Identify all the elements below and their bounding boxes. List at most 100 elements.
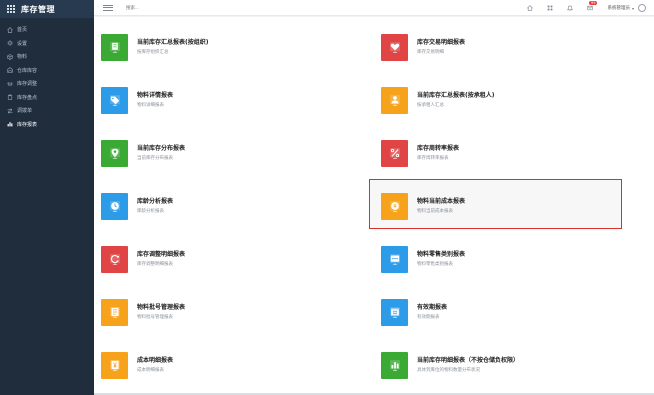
report-subtitle: 按承租人汇总 — [417, 103, 444, 108]
sidebar-item[interactable]: 物料 — [0, 50, 94, 64]
report-title: 库存交易明细报表 — [417, 39, 466, 46]
message-icon[interactable]: 99 — [586, 0, 597, 12]
report-card[interactable]: 物料批号管理报表 物料批号管理报表 — [101, 292, 351, 332]
report-card[interactable]: 成本明细报表 成本明细报表 — [101, 345, 351, 385]
sidebar-item[interactable]: 调拨单 — [0, 104, 94, 118]
sidebar-item-label: 设置 — [17, 40, 28, 47]
sidebar-item-label: 物料 — [17, 54, 28, 61]
report-card[interactable]: 库存交易明细报表 库存交易明细 — [381, 27, 631, 67]
home-icon[interactable] — [526, 5, 533, 12]
report-card-text: 库存周转率报表 库存周转率报表 — [417, 145, 459, 161]
clock-icon — [101, 192, 128, 220]
sidebar-item[interactable]: 库存调整 — [0, 77, 94, 91]
report-title: 库龄分析报表 — [137, 198, 174, 205]
report-card-text: 物料零售类别报表 物料零售类别报表 — [417, 251, 465, 267]
app-grid-icon[interactable] — [7, 4, 16, 14]
report-card[interactable]: 库存周转率报表 库存周转率报表 — [381, 133, 631, 173]
report-title: 物料当前成本报表 — [417, 198, 466, 205]
report-card-text: 当前库存分布报表 当前库存分布报表 — [137, 145, 185, 161]
user-name-menu[interactable]: 系统管理员 — [607, 5, 630, 11]
report-card[interactable]: 库存调整明细报表 库存调整明细报表 — [101, 239, 351, 279]
report-subtitle: 当前库存分布报表 — [137, 156, 173, 161]
warehouse-icon — [6, 67, 13, 74]
chevron-down-icon[interactable]: ▾ — [632, 6, 634, 11]
sidebar-item-label: 库存报表 — [17, 121, 38, 128]
report-card-text: 物料详情报表 物料详细报表 — [137, 92, 173, 108]
sidebar-item[interactable]: 设置 — [0, 37, 94, 51]
bell-icon[interactable] — [566, 5, 573, 12]
report-card-text: 当前库存汇总报表(按承租人) 按承租人汇总 — [417, 92, 495, 108]
clipboard-icon — [6, 94, 13, 101]
sidebar: 库存管理 首页设置物料仓库库容库存调整库存盘点调拨单库存报表 — [0, 0, 94, 395]
sidebar-item[interactable]: 仓库库容 — [0, 64, 94, 78]
grid-icon[interactable] — [546, 5, 553, 12]
report-card-text: 物料批号管理报表 物料批号管理报表 — [137, 304, 185, 320]
report-card-text: 当前库存汇总报表(按组织) 按库存组织汇总 — [137, 39, 209, 55]
report-title: 库存周转率报表 — [417, 145, 460, 152]
report-card-text: 库存调整明细报表 库存调整明细报表 — [137, 251, 185, 267]
report-subtitle: 物料批号管理报表 — [137, 315, 173, 320]
refresh-icon — [101, 245, 128, 273]
sidebar-item[interactable]: 库存盘点 — [0, 91, 94, 105]
bars-icon — [381, 351, 408, 379]
report-subtitle: 物料当前成本报表 — [417, 209, 453, 214]
report-card-text: 库存交易明细报表 库存交易明细 — [417, 39, 465, 55]
report-card-text: 物料当前成本报表 物料当前成本报表 — [417, 198, 465, 214]
transfer-icon — [6, 107, 13, 114]
report-subtitle: 有效期报表 — [417, 315, 440, 320]
cube-icon — [6, 53, 13, 60]
person-icon — [381, 86, 408, 114]
report-card[interactable]: 当前库存汇总报表(按承租人) 按承租人汇总 — [381, 80, 631, 120]
report-title: 物料详情报表 — [137, 92, 174, 99]
report-card-text: 当前库存明细报表（不按仓储负权限） 具体到库位的物料数量分布状况 — [417, 357, 519, 373]
report-title: 当前库存汇总报表(按承租人) — [417, 92, 495, 99]
adjust-icon — [6, 80, 13, 87]
app-title: 库存管理 — [21, 4, 55, 14]
report-card[interactable]: 当前库存明细报表（不按仓储负权限） 具体到库位的物料数量分布状况 — [381, 345, 631, 385]
location-icon — [101, 139, 128, 167]
app-window: 库存管理 首页设置物料仓库库容库存调整库存盘点调拨单库存报表 99 系统管理员 … — [0, 0, 654, 395]
report-subtitle: 库存周转率报表 — [417, 156, 449, 161]
report-subtitle: 库龄分析报表 — [137, 209, 164, 214]
report-subtitle: 按库存组织汇总 — [137, 50, 169, 55]
report-list-panel: 当前库存汇总报表(按组织) 按库存组织汇总 库存交易明细报表 库存交易明细物料详情报表… — [94, 17, 654, 395]
coin-icon — [381, 192, 408, 220]
dots-icon — [381, 245, 408, 273]
sidebar-item-label: 调拨单 — [17, 108, 33, 115]
report-card[interactable]: 物料当前成本报表 物料当前成本报表 — [381, 186, 631, 226]
report-card-text: 成本明细报表 成本明细报表 — [137, 357, 173, 373]
report-subtitle: 具体到库位的物料数量分布状况 — [417, 368, 480, 373]
report-title: 成本明细报表 — [137, 357, 174, 364]
avatar[interactable] — [638, 4, 646, 12]
calendar-icon — [381, 298, 408, 326]
report-card-text: 库龄分析报表 库龄分析报表 — [137, 198, 173, 214]
report-title: 当前库存分布报表 — [137, 145, 186, 152]
sidebar-item-label: 库存调整 — [17, 81, 38, 88]
notification-badge: 99 — [589, 0, 597, 5]
report-card[interactable]: 库龄分析报表 库龄分析报表 — [101, 186, 351, 226]
sidebar-item-label: 仓库库容 — [17, 67, 38, 74]
list-icon — [101, 298, 128, 326]
report-card[interactable]: 当前库存汇总报表(按组织) 按库存组织汇总 — [101, 27, 351, 67]
percent-icon — [381, 139, 408, 167]
report-card[interactable]: 当前库存分布报表 当前库存分布报表 — [101, 133, 351, 173]
report-subtitle: 库存调整明细报表 — [137, 262, 173, 267]
building-icon — [101, 33, 128, 61]
search-input[interactable] — [126, 5, 186, 10]
report-card[interactable]: 物料零售类别报表 物料零售类别报表 — [381, 239, 631, 279]
sidebar-item-label: 首页 — [17, 27, 28, 34]
top-bar: 99 系统管理员 ▾ — [94, 0, 654, 16]
report-title: 物料零售类别报表 — [417, 251, 466, 258]
sidebar-item[interactable]: 首页 — [0, 23, 94, 37]
home-icon — [6, 26, 13, 33]
brand: 库存管理 — [0, 0, 94, 18]
menu-toggle-icon[interactable] — [101, 3, 115, 13]
sidebar-item[interactable]: 库存报表 — [0, 118, 94, 132]
report-card[interactable]: 物料详情报表 物料详细报表 — [101, 80, 351, 120]
report-title: 当前库存汇总报表(按组织) — [137, 39, 209, 46]
report-title: 当前库存明细报表（不按仓储负权限） — [417, 357, 520, 364]
top-actions: 99 系统管理员 ▾ — [513, 0, 646, 16]
report-title: 有效期报表 — [417, 304, 448, 311]
report-subtitle: 物料详细报表 — [137, 103, 164, 108]
report-card[interactable]: 有效期报表 有效期报表 — [381, 292, 631, 332]
